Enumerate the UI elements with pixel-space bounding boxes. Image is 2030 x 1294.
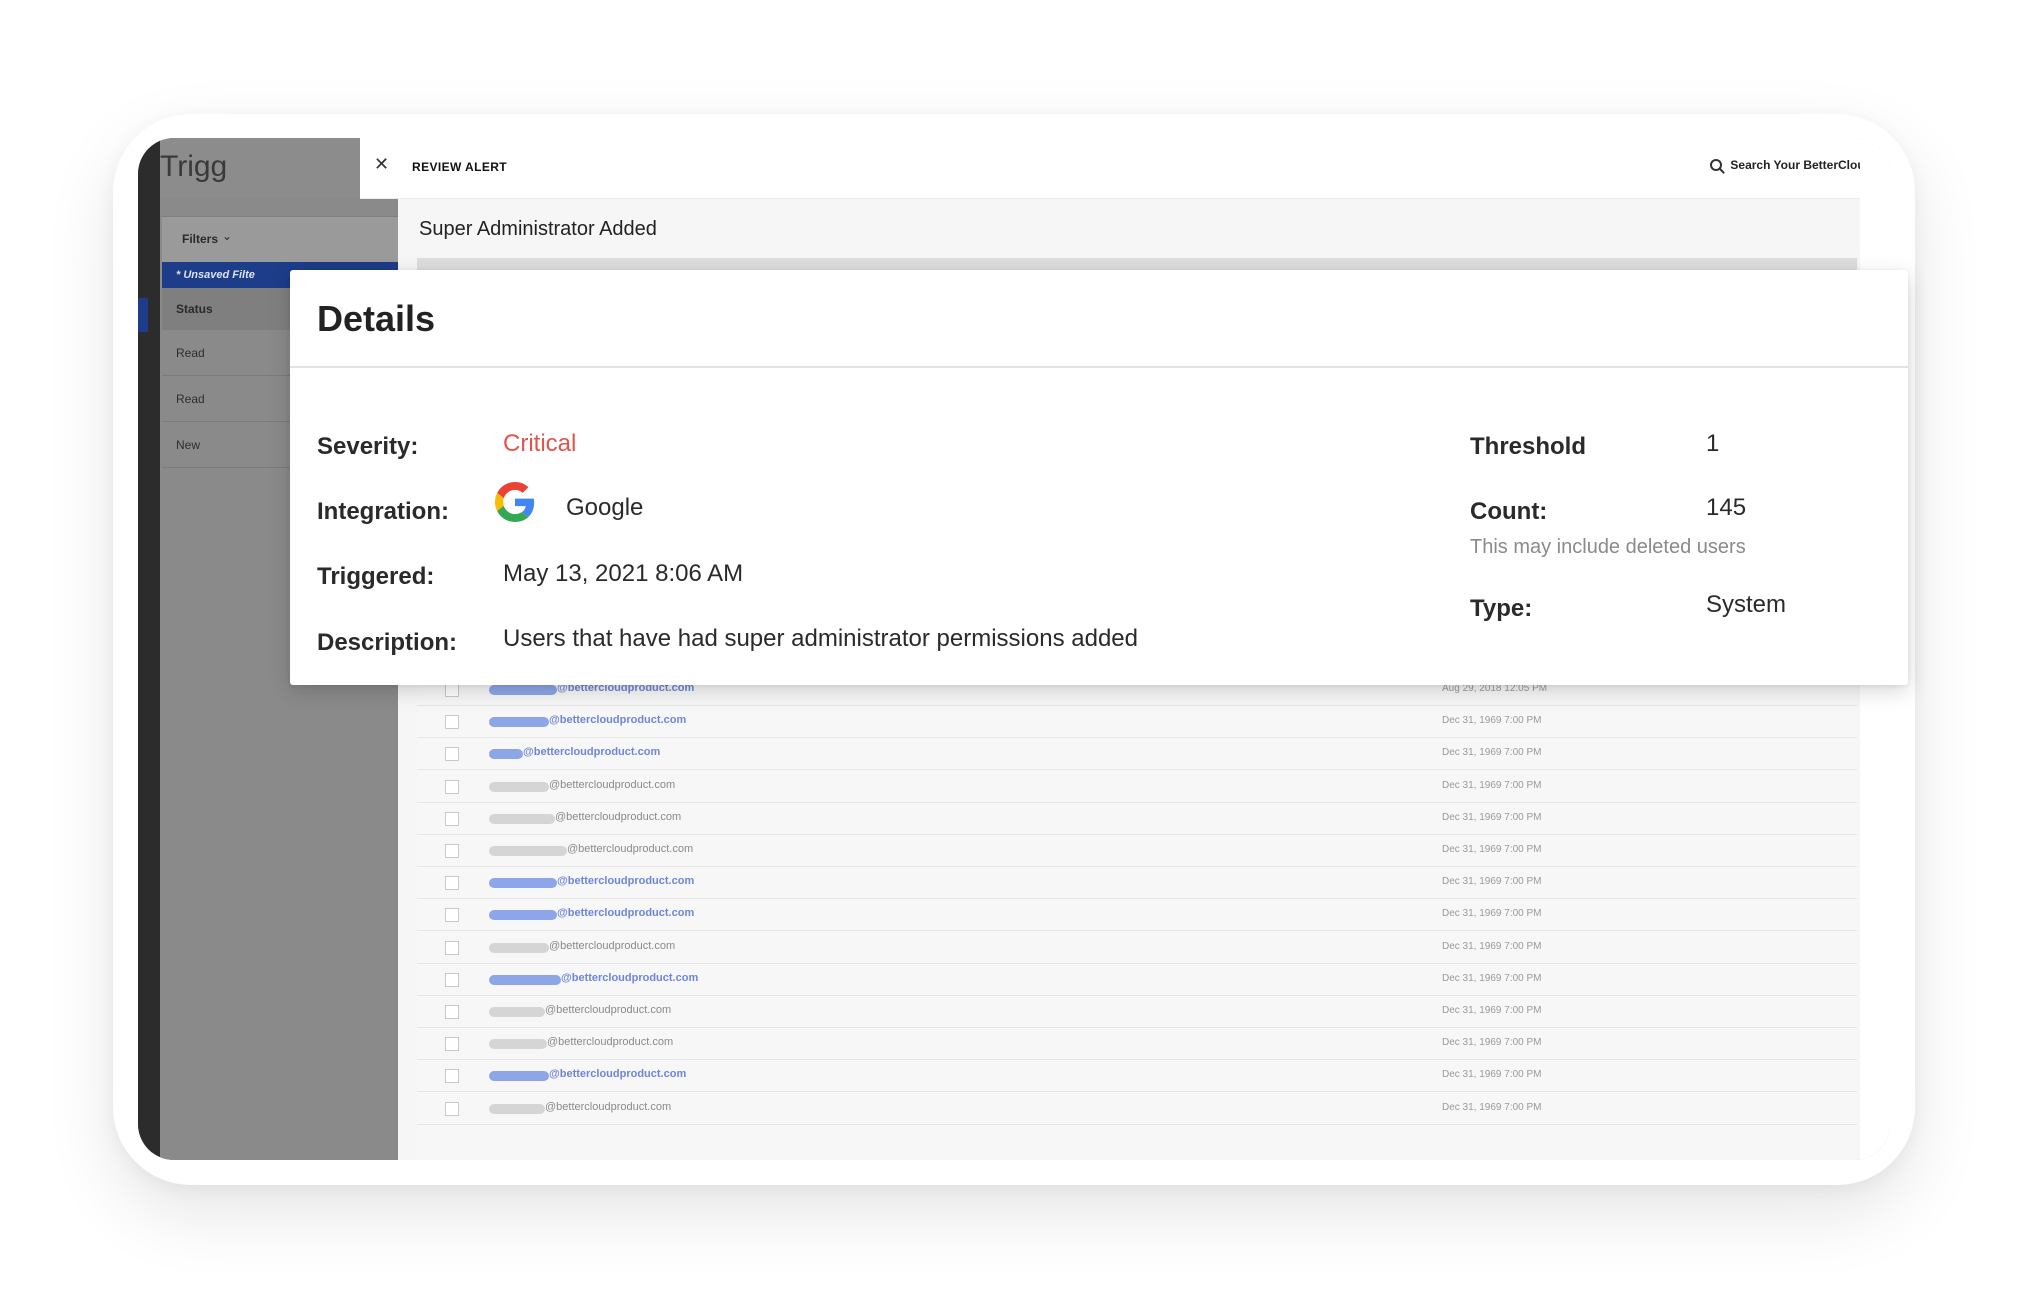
redacted-username — [489, 846, 567, 856]
row-date: Dec 31, 1969 7:00 PM — [1442, 876, 1542, 888]
user-email-domain[interactable]: @bettercloudproduct.com — [549, 714, 686, 726]
count-label: Count: — [1470, 498, 1548, 525]
user-email-domain: @bettercloudproduct.com — [567, 843, 694, 855]
type-value: System — [1706, 591, 1787, 618]
redacted-username — [489, 974, 561, 985]
redacted-username — [489, 1071, 549, 1082]
user-email-domain: @bettercloudproduct.com — [545, 1004, 672, 1016]
row-date: Dec 31, 1969 7:00 PM — [1442, 972, 1542, 984]
table-row[interactable]: @bettercloudproduct.com Dec 31, 1969 7:00… — [417, 1061, 1857, 1093]
threshold-label: Threshold — [1470, 433, 1587, 460]
redacted-username — [489, 1039, 547, 1050]
redacted-username — [489, 1007, 545, 1017]
table-row[interactable]: @bettercloudproduct.com Dec 31, 1969 7:00… — [417, 997, 1857, 1028]
row-checkbox[interactable] — [445, 747, 459, 762]
row-date: Dec 31, 1969 7:00 PM — [1442, 1101, 1542, 1113]
row-date: Dec 31, 1969 7:00 PM — [1442, 811, 1542, 823]
row-checkbox[interactable] — [445, 972, 459, 987]
row-checkbox[interactable] — [445, 908, 459, 923]
row-date: Dec 31, 1969 7:00 PM — [1442, 844, 1542, 855]
redacted-username — [489, 910, 557, 921]
table-row[interactable]: @bettercloudproduct.com Dec 31, 1969 7:00… — [417, 933, 1857, 964]
row-checkbox[interactable] — [445, 1101, 459, 1116]
row-checkbox[interactable] — [445, 715, 459, 730]
redacted-username — [489, 685, 557, 695]
google-icon — [495, 482, 535, 522]
count-note: This may include deleted users — [1470, 536, 1746, 558]
review-alert-label: REVIEW ALERT — [412, 160, 508, 174]
user-email-domain: @bettercloudproduct.com — [549, 939, 676, 952]
redacted-username — [489, 813, 555, 824]
row-checkbox[interactable] — [445, 779, 459, 794]
row-checkbox[interactable] — [445, 876, 459, 891]
redacted-username — [489, 781, 549, 792]
row-checkbox[interactable] — [445, 940, 459, 955]
table-row[interactable]: @bettercloudproduct.com Dec 31, 1969 7:00… — [417, 868, 1857, 900]
row-date: Dec 31, 1969 7:00 PM — [1442, 747, 1542, 759]
triggered-label: Triggered: — [317, 563, 435, 590]
row-date: Dec 31, 1969 7:00 PM — [1442, 1037, 1542, 1049]
row-date: Dec 31, 1969 7:00 PM — [1442, 779, 1542, 791]
severity-value: Critical — [503, 430, 577, 457]
integration-value: Google — [566, 494, 644, 521]
row-checkbox[interactable] — [445, 844, 459, 858]
user-email-domain[interactable]: @bettercloudproduct.com — [561, 972, 698, 984]
review-alert-topbar: ✕ REVIEW ALERT Search Your BetterCloud — [360, 138, 1890, 199]
search-icon[interactable] — [1710, 159, 1723, 171]
table-row[interactable]: @bettercloudproduct.com Dec 31, 1969 7:00… — [417, 739, 1857, 771]
user-email-domain: @bettercloudproduct.com — [547, 1036, 674, 1049]
row-checkbox[interactable] — [445, 811, 459, 826]
severity-label: Severity: — [317, 433, 419, 460]
user-email-domain: @bettercloudproduct.com — [555, 810, 682, 823]
active-nav-indicator — [138, 298, 148, 332]
table-row[interactable]: @bettercloudproduct.com Dec 31, 1969 7:00… — [417, 1029, 1857, 1061]
row-checkbox[interactable] — [445, 1037, 459, 1052]
global-search[interactable]: Search Your BetterCloud — [1710, 158, 1872, 172]
description-label: Description: — [317, 629, 458, 656]
details-divider — [290, 366, 1908, 368]
search-label[interactable]: Search Your BetterCloud — [1730, 158, 1872, 172]
description-value: Users that have had super administrator … — [503, 625, 1138, 652]
redacted-username — [489, 1103, 545, 1114]
type-label: Type: — [1470, 595, 1533, 622]
details-title: Details — [317, 298, 436, 339]
integration-label: Integration: — [317, 498, 449, 525]
redacted-username — [489, 878, 557, 889]
row-checkbox[interactable] — [445, 683, 459, 697]
row-date: Dec 31, 1969 7:00 PM — [1442, 1069, 1542, 1081]
table-row[interactable]: @bettercloudproduct.com Dec 31, 1969 7:00… — [417, 900, 1857, 932]
user-email-domain: @bettercloudproduct.com — [549, 778, 676, 791]
user-email-domain[interactable]: @bettercloudproduct.com — [549, 1068, 686, 1080]
redacted-username — [489, 942, 549, 953]
threshold-value: 1 — [1706, 430, 1720, 457]
count-value: 145 — [1706, 494, 1747, 521]
redacted-username — [489, 749, 523, 760]
table-row[interactable]: @bettercloudproduct.com Dec 31, 1969 7:00… — [417, 707, 1857, 739]
row-date: Dec 31, 1969 7:00 PM — [1442, 940, 1542, 952]
table-row[interactable]: @bettercloudproduct.com Dec 31, 1969 7:00… — [417, 772, 1857, 803]
row-checkbox[interactable] — [445, 1069, 459, 1084]
table-row[interactable]: @bettercloudproduct.com Dec 31, 1969 7:00… — [417, 804, 1857, 835]
background-app-title: Trigg — [160, 150, 228, 183]
redacted-username — [489, 717, 549, 728]
triggered-value: May 13, 2021 8:06 AM — [503, 560, 744, 587]
row-date: Dec 31, 1969 7:00 PM — [1442, 1005, 1542, 1016]
filters-button[interactable]: Filters — [182, 232, 218, 246]
table-row[interactable]: @bettercloudproduct.com Dec 31, 1969 7:00… — [417, 965, 1857, 996]
user-email-domain: @bettercloudproduct.com — [545, 1100, 672, 1113]
table-row[interactable]: @bettercloudproduct.com Dec 31, 1969 7:00… — [417, 1094, 1857, 1125]
alert-title: Super Administrator Added — [419, 218, 657, 240]
user-email-domain[interactable]: @bettercloudproduct.com — [557, 875, 694, 887]
close-icon[interactable]: ✕ — [374, 154, 389, 175]
table-row[interactable]: @bettercloudproduct.com Dec 31, 1969 7:00… — [417, 836, 1857, 867]
chevron-down-icon: ⌄ — [222, 229, 233, 243]
app-left-edge — [138, 138, 160, 1160]
user-email-domain[interactable]: @bettercloudproduct.com — [557, 907, 694, 919]
row-date: Dec 31, 1969 7:00 PM — [1442, 908, 1542, 920]
user-email-domain[interactable]: @bettercloudproduct.com — [523, 746, 660, 758]
row-checkbox[interactable] — [445, 1005, 459, 1019]
details-card: Details Severity: Critical Integration: … — [290, 270, 1908, 685]
row-date: Dec 31, 1969 7:00 PM — [1442, 715, 1542, 727]
